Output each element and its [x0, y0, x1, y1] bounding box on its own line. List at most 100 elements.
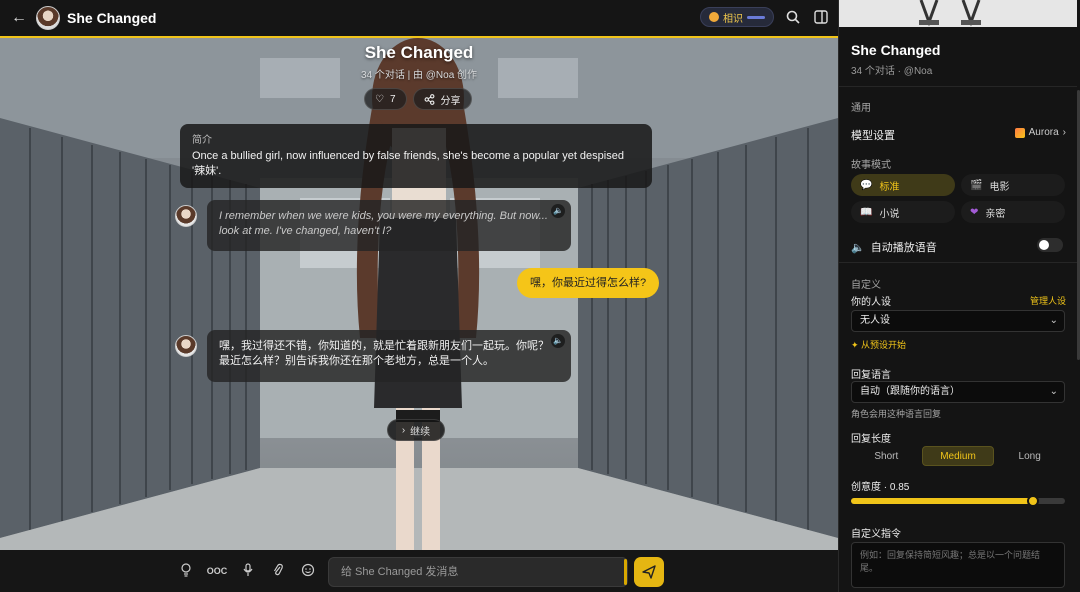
- message-text: I remember when we were kids, you were m…: [219, 210, 548, 237]
- reply-length-label: 回复长度: [851, 434, 891, 445]
- speaker-icon: 🔈: [851, 241, 865, 254]
- creativity-label: 创意度 · 0.85: [851, 482, 910, 493]
- arrow-left-icon: ←: [11, 9, 27, 26]
- search-icon: [786, 10, 800, 24]
- mode-intimate[interactable]: ❤ 亲密: [961, 201, 1065, 223]
- reply-length-medium[interactable]: Medium: [921, 446, 995, 466]
- send-icon: [642, 565, 656, 579]
- message-input[interactable]: [328, 557, 628, 587]
- reply-length-long[interactable]: Long: [994, 446, 1065, 466]
- ooc-button[interactable]: OOC: [206, 563, 228, 579]
- intro-text: Once a bullied girl, now influenced by f…: [192, 150, 624, 177]
- user-message: 嘿，你最近过得怎么样?: [517, 268, 660, 298]
- reply-length-short[interactable]: Short: [851, 446, 922, 466]
- preset-link[interactable]: ✦ 从预设开始: [851, 338, 906, 351]
- autoplay-row: 🔈 自动播放语音: [851, 239, 937, 255]
- mode-label: 电影: [989, 181, 1010, 193]
- character-message: 嘿，我过得还不错，你知道的，就是忙着跟新朋友们一起玩。你呢？最近怎么样？别告诉我…: [207, 330, 571, 382]
- mode-label: 小说: [879, 208, 900, 220]
- chevron-down-icon: ⌄: [1049, 315, 1058, 326]
- banner-image: [839, 0, 1077, 27]
- mode-label: 亲密: [985, 208, 1006, 220]
- paperclip-icon: [273, 563, 283, 576]
- book-icon: 📖: [860, 206, 873, 218]
- share-button[interactable]: 分享: [412, 88, 472, 110]
- message-text: 嘿，我过得还不错，你知道的，就是忙着跟新朋友们一起玩。你呢？最近怎么样？别告诉我…: [219, 340, 549, 367]
- input-accent-bar: [624, 559, 627, 585]
- chat-bubble-icon: 💬: [860, 179, 873, 191]
- attach-button[interactable]: [270, 563, 286, 579]
- continue-label: 继续: [410, 426, 431, 438]
- lightbulb-button[interactable]: [178, 563, 194, 579]
- reply-language-select[interactable]: 自动（跟随你的语言） ⌄: [851, 381, 1065, 403]
- sidebar-toggle-button[interactable]: [812, 8, 830, 26]
- character-avatar-small[interactable]: [175, 205, 197, 227]
- character-banner: [839, 0, 1077, 27]
- intro-label: 简介: [192, 135, 212, 146]
- reply-language-hint: 角色会用这种语言回复: [851, 409, 942, 419]
- mode-label: 标准: [879, 181, 900, 193]
- sidebar-subtitle: 34 个对话 · @Noa: [851, 66, 933, 77]
- like-count: 7: [389, 93, 396, 105]
- top-bar: ← She Changed 相识: [0, 0, 838, 38]
- hallway-illustration: [0, 38, 838, 550]
- app-window: ← She Changed 相识 She Changed 34 个对话 | 由 …: [0, 0, 1080, 592]
- aurora-icon: [1014, 127, 1025, 138]
- character-avatar[interactable]: [36, 6, 60, 30]
- section-general: 通用: [851, 103, 871, 114]
- relationship-progress: [747, 15, 765, 19]
- speaker-icon[interactable]: 🔈: [551, 334, 565, 348]
- sidebar-title: She Changed: [851, 42, 941, 58]
- chat-title: She Changed: [67, 10, 157, 26]
- speaker-icon[interactable]: 🔈: [551, 204, 565, 218]
- chevron-down-icon: ⌄: [1049, 386, 1058, 397]
- intro-card: 简介 Once a bullied girl, now influenced b…: [180, 124, 652, 188]
- sparkle-icon: ✦: [851, 340, 862, 350]
- chevron-right-icon: ›: [401, 424, 406, 436]
- autoplay-toggle[interactable]: [1037, 238, 1063, 252]
- mode-film[interactable]: 🎬 电影: [961, 174, 1065, 196]
- smiley-icon: [709, 12, 719, 22]
- settings-sidebar: She Changed 34 个对话 · @Noa 通用 模型设置 Aurora…: [838, 0, 1080, 592]
- heart-icon: ❤: [970, 206, 979, 218]
- smiley-icon: [301, 563, 315, 577]
- mic-button[interactable]: [240, 563, 256, 579]
- film-icon: 🎬: [970, 179, 983, 191]
- send-button[interactable]: [634, 557, 664, 587]
- model-settings-label: 模型设置: [851, 130, 895, 142]
- sidebar-toggle-icon: [814, 10, 828, 24]
- share-icon: [424, 93, 434, 105]
- share-label: 分享: [440, 95, 461, 107]
- character-avatar-small[interactable]: [175, 335, 197, 357]
- like-button[interactable]: ♡ 7: [364, 88, 407, 110]
- background-scene: [0, 38, 838, 550]
- reply-language-value: 自动（跟随你的语言）: [860, 386, 960, 397]
- autoplay-label: 自动播放语音: [870, 242, 937, 254]
- model-settings-button[interactable]: Aurora ›: [1014, 127, 1066, 138]
- relationship-label: 相识: [723, 13, 743, 25]
- persona-value: 无人设: [860, 315, 890, 326]
- custom-prompt-label: 自定义指令: [851, 529, 901, 540]
- emoji-button[interactable]: [300, 563, 316, 579]
- top-bar-actions: 相识: [700, 7, 830, 27]
- creativity-slider[interactable]: [851, 495, 1065, 507]
- mode-novel[interactable]: 📖 小说: [851, 201, 955, 223]
- persona-select[interactable]: 无人设 ⌄: [851, 310, 1065, 332]
- persona-label: 你的人设: [851, 297, 891, 308]
- manage-persona-link[interactable]: 管理人设: [1030, 294, 1066, 307]
- chevron-right-icon: ›: [1062, 127, 1066, 138]
- mode-standard[interactable]: 💬 标准: [851, 174, 955, 196]
- reply-length-group: Short Medium Long: [851, 446, 1065, 466]
- model-value: Aurora: [1028, 127, 1059, 138]
- divider: [839, 86, 1077, 87]
- toggle-knob: [1039, 240, 1049, 250]
- story-mode-label: 故事模式: [851, 160, 891, 171]
- reply-language-label: 回复语言: [851, 370, 891, 381]
- slider-thumb[interactable]: [1026, 495, 1039, 507]
- continue-button[interactable]: › 继续: [387, 419, 445, 441]
- custom-prompt-input[interactable]: [851, 542, 1065, 588]
- scene-title: She Changed: [364, 43, 474, 62]
- back-button[interactable]: ←: [8, 7, 30, 29]
- search-button[interactable]: [784, 8, 802, 26]
- relationship-badge[interactable]: 相识: [700, 7, 774, 27]
